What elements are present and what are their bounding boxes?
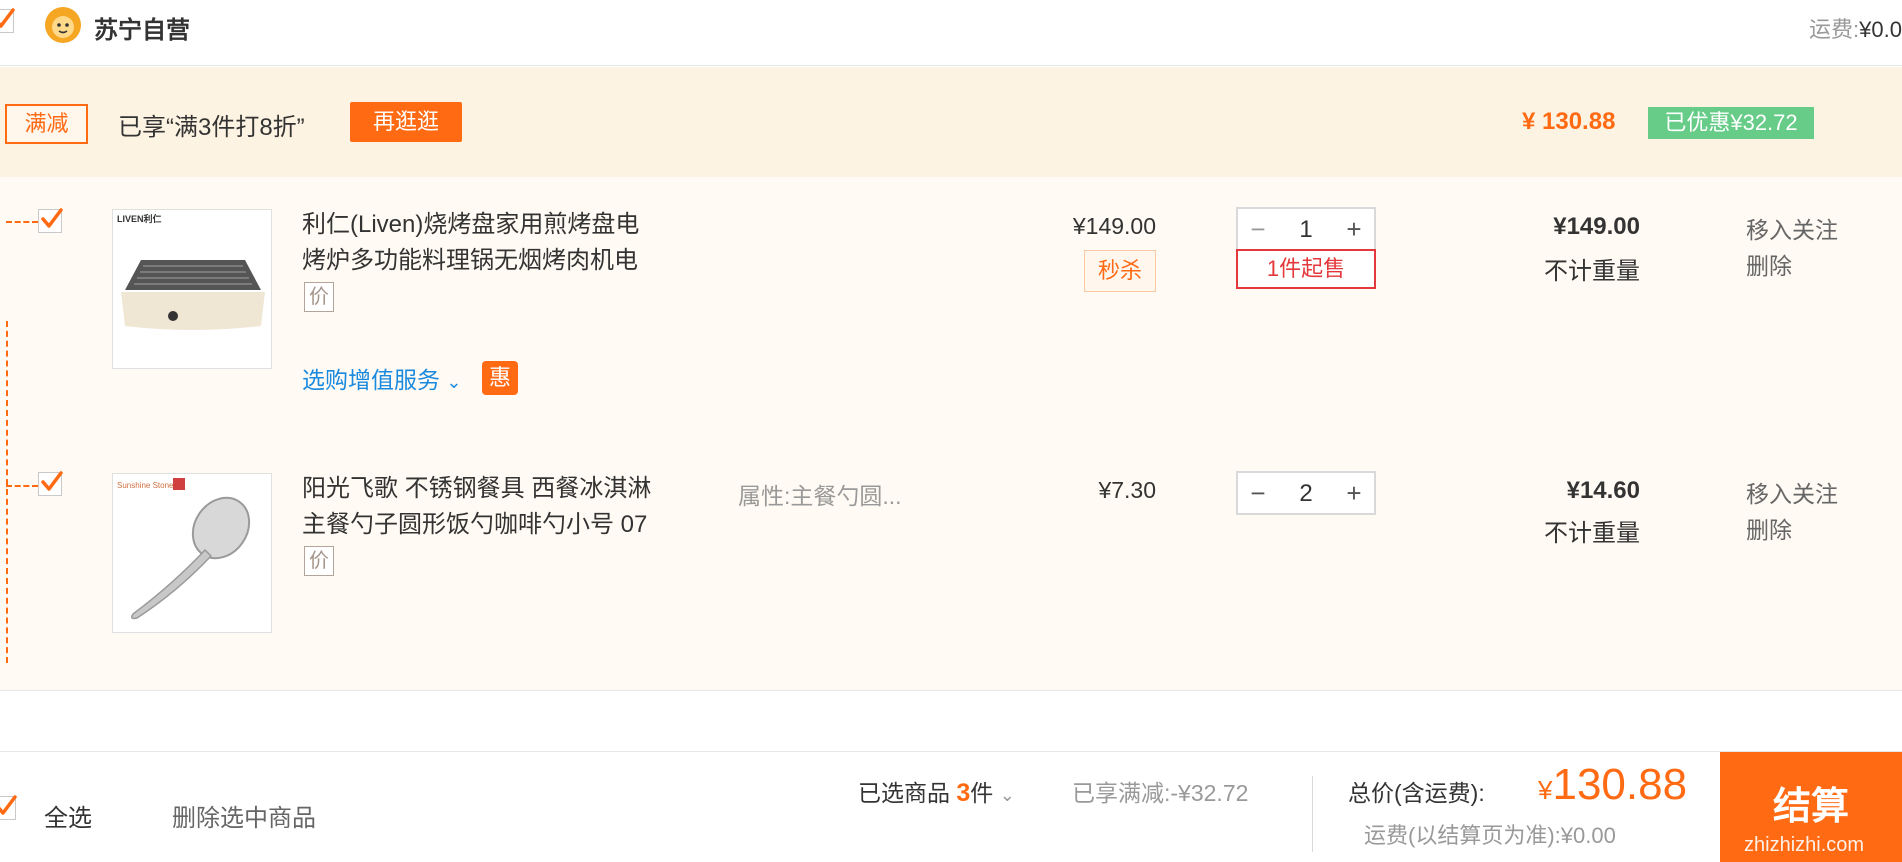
unit-price: ¥7.30	[1098, 477, 1156, 503]
delete-selected-button[interactable]: 删除选中商品	[172, 798, 316, 833]
select-all-label[interactable]: 全选	[44, 798, 92, 833]
item-subtotal: ¥149.00	[1553, 213, 1640, 240]
checkmark-icon	[41, 471, 63, 491]
item-subtotal: ¥14.60	[1566, 477, 1640, 504]
discount-badge: 惠	[482, 361, 518, 395]
chevron-down-icon: ⌄	[999, 785, 1015, 805]
decrease-button[interactable]: −	[1238, 209, 1278, 249]
store-shipping: 运费:¥0.0	[1809, 12, 1902, 44]
cart-footer: 全选 删除选中商品 已选商品 3件 ⌄ 已享满减:-¥32.72 总价(含运费)…	[0, 751, 1902, 862]
item-checkbox[interactable]	[38, 208, 63, 233]
product-thumbnail[interactable]: Sunshine Stone	[112, 473, 272, 633]
selected-count: 3	[956, 779, 971, 807]
quantity-stepper: − 2 +	[1236, 471, 1376, 515]
min-sale-note: 1件起售	[1236, 249, 1376, 289]
total-currency: ¥	[1538, 775, 1553, 805]
quantity-stepper: − 1 +	[1236, 207, 1376, 251]
checkmark-icon	[0, 795, 17, 815]
divider	[1312, 776, 1313, 852]
delete-item-link[interactable]: 删除	[1746, 511, 1792, 545]
decrease-button[interactable]: −	[1238, 473, 1278, 513]
promo-text: 已享“满3件打8折”	[118, 114, 305, 141]
promo-tag: 满减	[5, 104, 88, 144]
increase-button[interactable]: +	[1334, 473, 1374, 513]
move-to-favorites-link[interactable]: 移入关注	[1746, 475, 1838, 509]
delete-item-link[interactable]: 删除	[1746, 247, 1792, 281]
quantity-value[interactable]: 2	[1278, 473, 1334, 513]
grill-image: LIVEN利仁	[117, 213, 265, 330]
watermark: zhizhizhi.com	[1744, 834, 1865, 856]
total-label: 总价(含运费):	[1348, 780, 1485, 806]
product-attribute[interactable]: 属性:主餐勺圆...	[738, 477, 902, 511]
promo-bar: 满减 已享“满3件打8折” 再逛逛 ¥ 130.88 已优惠¥32.72	[0, 67, 1902, 177]
checkmark-icon	[0, 8, 15, 28]
cart-items: LIVEN利仁 利仁(Liven)烧烤盘家用煎烤盘电烤炉多功能料理锅无烟烤肉机电…	[0, 177, 1902, 691]
selected-prefix: 已选商品	[858, 780, 950, 806]
value-added-service-link[interactable]: 选购增值服务 ⌄	[302, 361, 461, 395]
select-all-checkbox[interactable]	[0, 795, 17, 820]
selected-suffix: 件	[970, 780, 994, 806]
price-guarantee-icon[interactable]: 价	[304, 282, 334, 312]
unit-price: ¥149.00	[1072, 213, 1156, 239]
freight-note: 运费(以结算页为准):¥0.00	[1364, 823, 1616, 848]
value-added-label: 选购增值服务	[302, 367, 440, 393]
increase-button[interactable]: +	[1334, 209, 1374, 249]
spoon-image: Sunshine Stone	[117, 478, 251, 620]
item-weight: 不计重量	[1544, 520, 1640, 547]
total-amount: 130.88	[1552, 760, 1688, 809]
discount-summary: 已享满减:-¥32.72	[1072, 780, 1249, 806]
chevron-down-icon: ⌄	[446, 372, 462, 392]
store-checkbox[interactable]	[0, 8, 15, 33]
product-thumbnail[interactable]: LIVEN利仁	[112, 209, 272, 369]
quantity-value[interactable]: 1	[1278, 209, 1334, 249]
brand-logo-text: LIVEN利仁	[117, 213, 162, 224]
promo-group-connector	[6, 485, 38, 487]
promo-saved-badge: 已优惠¥32.72	[1648, 107, 1814, 139]
checkmark-icon	[41, 208, 63, 228]
shipping-value: ¥0.0	[1859, 17, 1902, 42]
brand-logo-text: Sunshine Stone	[117, 481, 174, 490]
browse-more-button[interactable]: 再逛逛	[350, 102, 462, 142]
store-name[interactable]: 苏宁自营	[94, 10, 190, 45]
store-header: 苏宁自营 运费:¥0.0	[0, 0, 1902, 66]
product-title[interactable]: 利仁(Liven)烧烤盘家用煎烤盘电烤炉多功能料理锅无烟烤肉机电	[302, 207, 662, 279]
promo-group-line	[6, 321, 8, 663]
move-to-favorites-link[interactable]: 移入关注	[1746, 211, 1838, 245]
item-weight: 不计重量	[1544, 258, 1640, 285]
suning-lion-logo-icon	[44, 6, 82, 44]
promo-group-connector	[6, 221, 38, 223]
item-checkbox[interactable]	[38, 471, 63, 496]
flash-sale-badge: 秒杀	[1084, 250, 1156, 292]
selected-count-toggle[interactable]: 已选商品 3件 ⌄	[858, 774, 1015, 808]
promo-total: ¥ 130.88	[1522, 108, 1616, 135]
price-guarantee-icon[interactable]: 价	[304, 546, 334, 576]
total-price: ¥130.88	[1538, 760, 1687, 810]
product-title[interactable]: 阳光飞歌 不锈钢餐具 西餐冰淇淋主餐勺子圆形饭勺咖啡勺小号 07	[302, 471, 662, 543]
shipping-label: 运费:	[1809, 17, 1860, 42]
